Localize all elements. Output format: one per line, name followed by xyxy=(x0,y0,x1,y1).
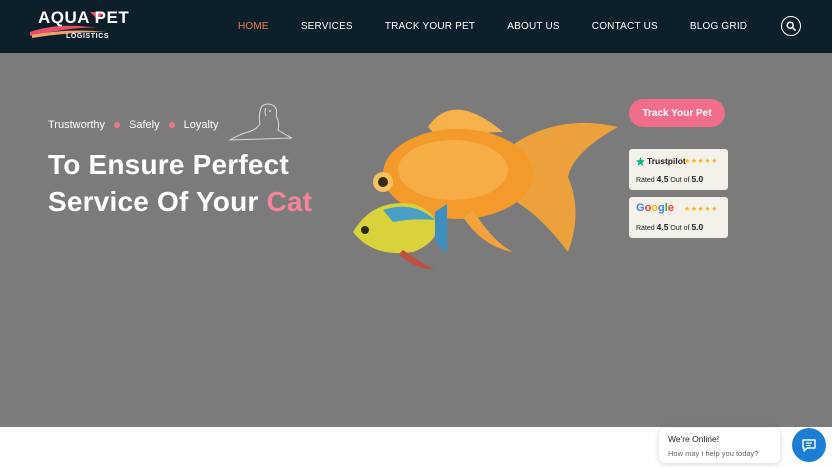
trustpilot-brand: Trustpilot xyxy=(636,156,686,166)
goldfish-image xyxy=(353,109,618,270)
dog-sketch-icon xyxy=(228,103,293,141)
headline-line-2: Service Of Your Cat xyxy=(48,183,312,220)
nav-services[interactable]: SERVICES xyxy=(301,21,353,32)
rated-label: Rated xyxy=(636,177,655,184)
chat-subtitle: How may I help you today? xyxy=(668,449,759,458)
trustpilot-label: Trustpilot xyxy=(647,156,686,166)
main-nav: HOME SERVICES TRACK YOUR PET ABOUT US CO… xyxy=(222,0,779,53)
chat-icon xyxy=(802,438,816,452)
rating-score: 4.5 xyxy=(656,174,669,184)
trustpilot-star-icon xyxy=(636,156,645,166)
logo[interactable]: AQUA PET LOGISTICS xyxy=(28,6,140,46)
google-stars: ★★★★★ xyxy=(684,206,718,213)
headline-line-2-prefix: Service Of Your xyxy=(48,186,267,217)
rating-score: 4.5 xyxy=(656,222,669,232)
tag-trustworthy: Trustworthy xyxy=(48,119,106,131)
out-of-label: Out of xyxy=(670,225,690,232)
search-button[interactable] xyxy=(781,16,801,36)
google-rating-card[interactable]: Google ★★★★★ Rated 4.5 Out of 5.0 xyxy=(629,197,728,238)
chat-title: We're Online! xyxy=(668,434,720,444)
tag-loyalty: Loyalty xyxy=(183,119,219,131)
search-icon xyxy=(786,21,796,31)
rating-max: 5.0 xyxy=(691,174,704,184)
nav-track-your-pet[interactable]: TRACK YOUR PET xyxy=(385,21,475,32)
site-header: AQUA PET LOGISTICS HOME SERVICES TRACK Y… xyxy=(0,0,832,53)
chat-bubble[interactable]: We're Online! How may I help you today? xyxy=(659,428,780,463)
tag-safely: Safely xyxy=(129,119,160,131)
tag-separator-dot xyxy=(114,122,121,128)
nav-blog-grid[interactable]: BLOG GRID xyxy=(690,21,747,32)
rating-max: 5.0 xyxy=(691,222,704,232)
google-brand: Google xyxy=(636,202,674,214)
logo-subtitle: LOGISTICS xyxy=(66,33,110,40)
trustpilot-rating-card[interactable]: Trustpilot ★★★★★ Rated 4.5 Out of 5.0 xyxy=(629,149,728,190)
track-your-pet-button[interactable]: Track Your Pet xyxy=(629,99,725,127)
google-logo-icon: Google xyxy=(636,202,674,214)
headline-line-1: To Ensure Perfect xyxy=(48,149,289,180)
hero-tags: Trustworthy Safely Loyalty xyxy=(48,119,218,131)
headline-highlight: Cat xyxy=(266,186,313,217)
nav-about-us[interactable]: ABOUT US xyxy=(507,21,560,32)
out-of-label: Out of xyxy=(670,177,690,184)
chat-open-button[interactable] xyxy=(792,428,826,462)
trustpilot-stars: ★★★★★ xyxy=(684,158,718,165)
nav-home[interactable]: HOME xyxy=(238,21,269,32)
rated-label: Rated xyxy=(636,225,655,232)
tag-separator-dot xyxy=(168,122,175,128)
hero-headline: To Ensure Perfect Service Of Your Cat xyxy=(48,146,312,220)
trustpilot-rating-text: Rated 4.5 Out of 5.0 xyxy=(636,174,703,184)
google-rating-text: Rated 4.5 Out of 5.0 xyxy=(636,222,703,232)
nav-contact-us[interactable]: CONTACT US xyxy=(592,21,658,32)
logo-name: AQUA PET xyxy=(38,8,130,27)
